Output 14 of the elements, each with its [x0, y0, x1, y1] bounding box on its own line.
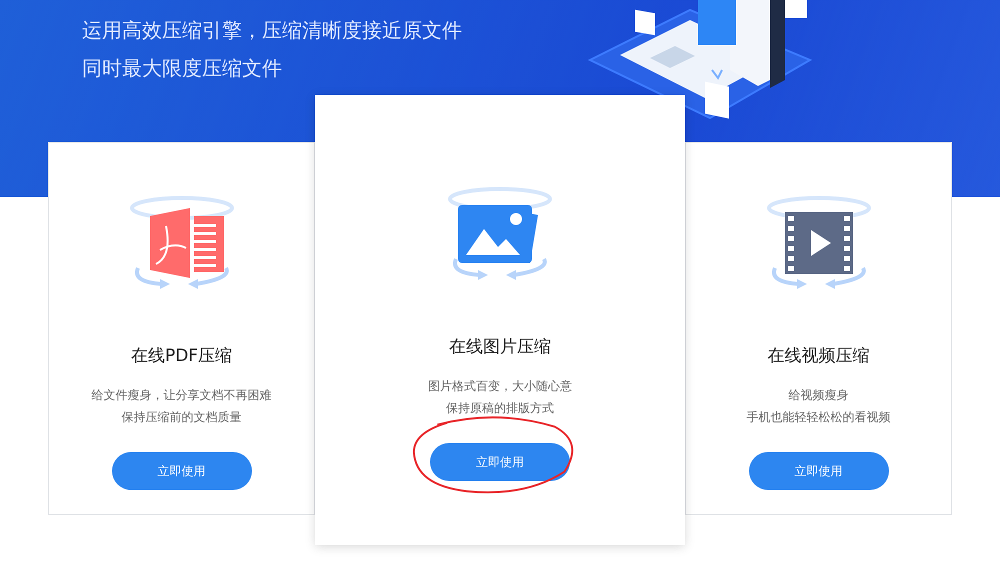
card-description: 给视频瘦身 [788, 387, 848, 404]
use-now-button[interactable]: 立即使用 [112, 452, 252, 490]
card-description: 给文件瘦身，让分享文档不再困难 [92, 387, 272, 404]
card-title: 在线视频压缩 [768, 345, 870, 367]
card-title: 在线图片压缩 [449, 336, 551, 358]
card-description: 保持压缩前的文档质量 [122, 409, 242, 426]
card-description: 保持原稿的排版方式 [446, 400, 554, 417]
card-title: 在线PDF压缩 [130, 345, 232, 367]
card-description: 图片格式百变，大小随心意 [428, 378, 572, 395]
use-now-button[interactable]: 立即使用 [748, 452, 888, 490]
use-now-button[interactable]: 立即使用 [430, 443, 570, 481]
banner-text: 运用高效压缩引擎，压缩清晰度接近原文件 [82, 17, 463, 44]
card-description: 手机也能轻轻松松的看视频 [746, 409, 890, 426]
banner-text: 同时最大限度压缩文件 [82, 55, 283, 82]
